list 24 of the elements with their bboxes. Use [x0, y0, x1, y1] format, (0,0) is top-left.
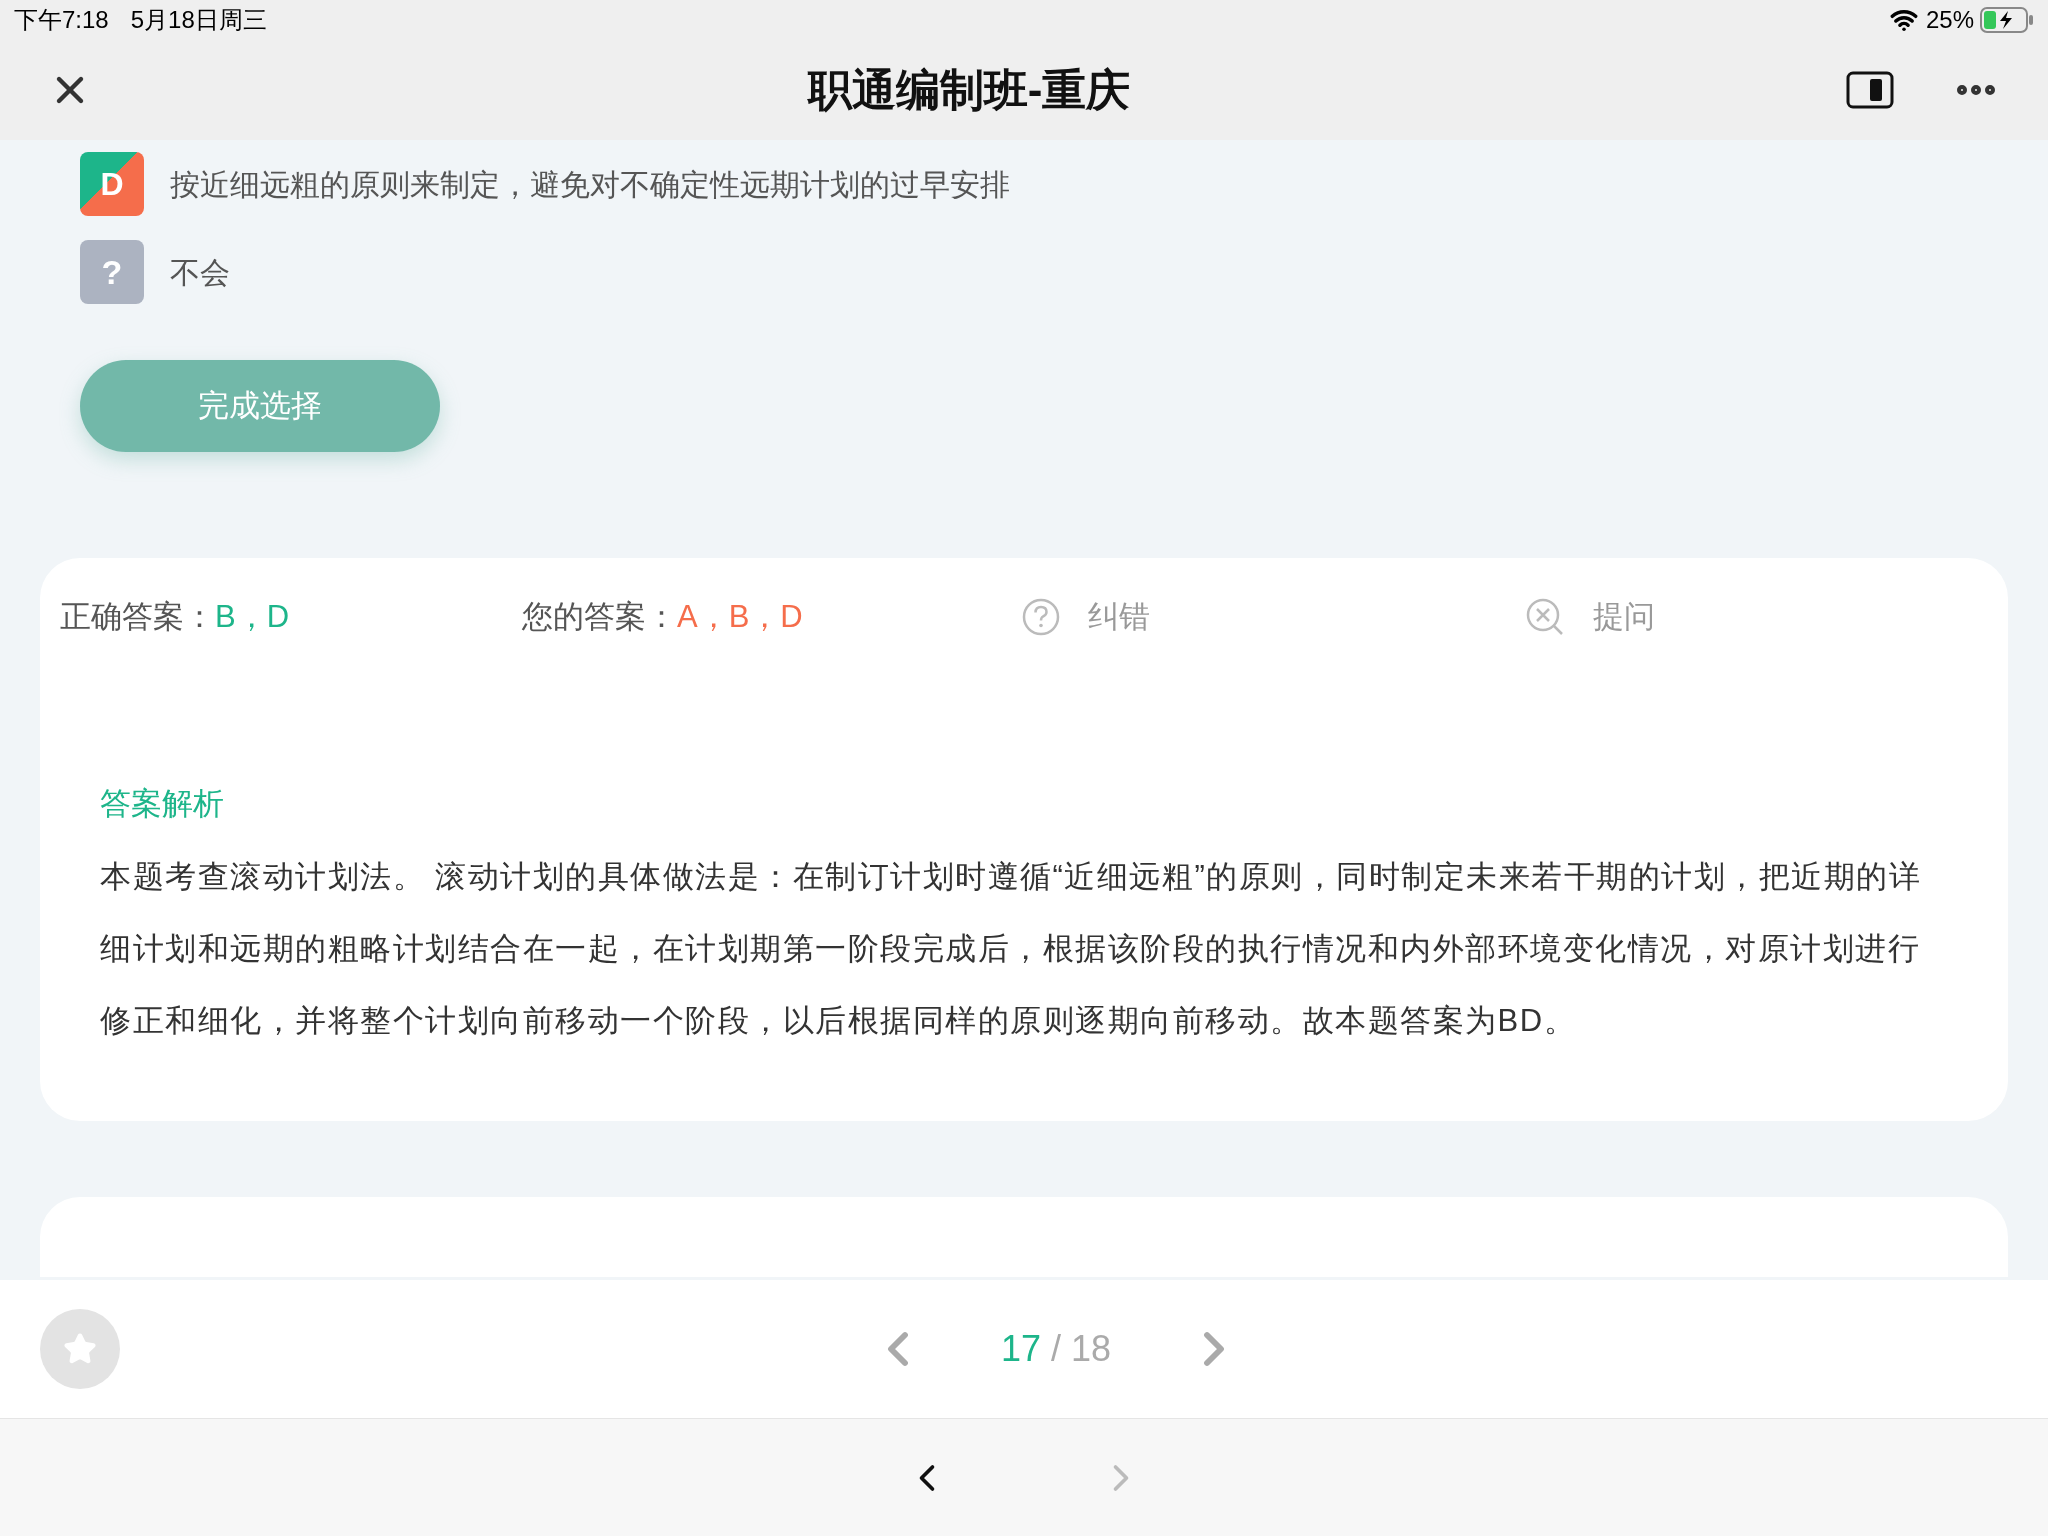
question-circle-icon: [1022, 598, 1060, 637]
option-text[interactable]: 不会: [170, 249, 230, 295]
correct-answer: B，D: [215, 598, 290, 636]
correct-answer-label: 正确答案：: [60, 598, 215, 636]
page-title: 职通编制班-重庆: [806, 64, 1132, 116]
report-error-button[interactable]: 纠错: [1022, 594, 1525, 641]
option-letter-icon: D: [80, 152, 144, 216]
unknown-icon: ?: [80, 240, 144, 304]
status-date: 5月18日周三: [130, 5, 267, 35]
battery-percent: 25%: [1925, 5, 1974, 35]
star-icon: [63, 1332, 97, 1366]
your-answer: A，B，D: [677, 598, 803, 636]
window-icon[interactable]: [1846, 71, 1894, 109]
current-page: 17: [1000, 1327, 1041, 1371]
ask-question-button[interactable]: 提问: [1525, 594, 1655, 641]
page-separator: /: [1051, 1327, 1061, 1371]
analysis-text: 本题考查滚动计划法。 滚动计划的具体做法是：在制订计划时遵循“近细远粗”的原则，同时制定未来若干期的计划，把近期的详细计划和远期的粗略计划结合在一起，在计划期第一阶段完成后，根据该阶段的执行情况和内外部环境变化情况，对原计划进行修正和细化，并将整个计划向前移动一个阶段，以后根据同样的原则逐期向前移动。故本题答案为BD。: [100, 858, 1923, 1040]
analysis-title: 答案解析: [100, 784, 225, 823]
your-answer-label: 您的答案：: [522, 598, 677, 636]
battery-icon: [1980, 7, 2034, 33]
status-time: 下午7:18: [14, 5, 109, 35]
option-text[interactable]: 按近细远粗的原则来制定，避免对不确定性远期计划的过早安排: [170, 161, 1010, 207]
total-pages: 18: [1071, 1327, 1112, 1371]
finish-selection-button[interactable]: 完成选择: [80, 360, 440, 452]
